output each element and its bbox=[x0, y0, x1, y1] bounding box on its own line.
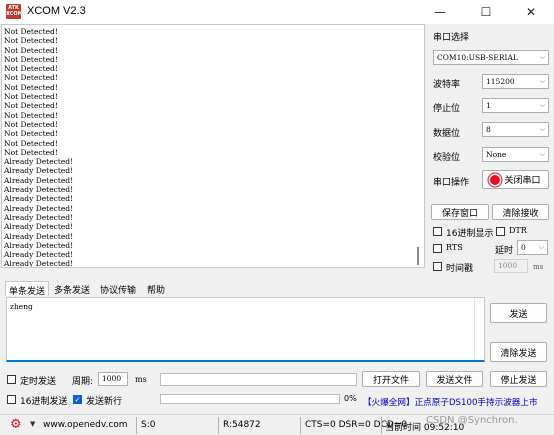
receive-text: Not Detected! Not Detected! Not Detected… bbox=[4, 27, 74, 268]
status-led-icon bbox=[490, 174, 501, 185]
status-divider bbox=[136, 417, 137, 434]
close-port-label: 关闭串口 bbox=[504, 176, 541, 186]
window-title: XCOM V2.3 bbox=[27, 5, 86, 17]
databits-label: 数据位 bbox=[433, 129, 461, 139]
chevron-down-icon: ⌵ bbox=[539, 77, 545, 85]
hex-send-checkbox[interactable] bbox=[7, 395, 16, 404]
clear-send-button[interactable]: 清除发送 bbox=[490, 342, 547, 362]
tab-protocol[interactable]: 协议传输 bbox=[97, 281, 139, 296]
baud-label: 波特率 bbox=[433, 80, 461, 90]
clear-receive-button[interactable]: 清除接收 bbox=[492, 204, 549, 220]
open-file-button[interactable]: 打开文件 bbox=[362, 371, 420, 387]
timestamp-unit: ms bbox=[533, 263, 544, 271]
stopbits-label: 停止位 bbox=[433, 104, 461, 114]
settings-menu-arrow[interactable]: ▼ bbox=[30, 420, 35, 428]
chevron-down-icon: ⌵ bbox=[539, 125, 545, 133]
databits-value: 8 bbox=[486, 125, 491, 134]
dtr-label: DTR bbox=[509, 226, 527, 235]
progress-percent: 0% bbox=[344, 394, 357, 403]
save-window-button[interactable]: 保存窗口 bbox=[431, 204, 489, 220]
send-button[interactable]: 发送 bbox=[490, 303, 547, 323]
baud-select[interactable]: 115200 ⌵ bbox=[482, 74, 549, 89]
chevron-down-icon: ⌵ bbox=[538, 243, 544, 251]
send-textarea[interactable]: zheng bbox=[6, 297, 485, 362]
status-bar: ⚙ ▼ www.openedv.com S:0 R:54872 CTS=0 DS… bbox=[0, 414, 554, 435]
parity-label: 校验位 bbox=[433, 153, 461, 163]
hex-send-label: 16进制发送 bbox=[20, 397, 68, 407]
tab-single-send[interactable]: 单条发送 bbox=[5, 281, 50, 297]
send-text: zheng bbox=[10, 302, 33, 311]
send-scrollbar[interactable] bbox=[474, 298, 484, 360]
chevron-down-icon: ⌵ bbox=[539, 53, 545, 61]
delay-label: 延时 bbox=[495, 246, 514, 256]
port-select[interactable]: COM10:USB-SERIAL ⌵ bbox=[433, 50, 549, 65]
tab-help[interactable]: 帮助 bbox=[144, 281, 168, 296]
send-newline-checkbox[interactable]: ✓ bbox=[73, 395, 82, 404]
timestamp-input[interactable]: 1000 bbox=[494, 259, 528, 273]
timed-send-label: 定时发送 bbox=[20, 377, 57, 387]
timed-send-checkbox[interactable] bbox=[7, 375, 16, 384]
hex-display-label: 16进制显示 bbox=[446, 229, 494, 239]
status-divider bbox=[218, 417, 219, 434]
app-logo-icon: ATK XCOM bbox=[6, 4, 23, 19]
status-divider bbox=[381, 417, 382, 434]
dtr-checkbox[interactable] bbox=[496, 227, 505, 236]
databits-select[interactable]: 8 ⌵ bbox=[482, 122, 549, 137]
close-button[interactable]: ✕ bbox=[508, 0, 554, 24]
delay-value: 0 bbox=[521, 243, 526, 252]
period-unit: ms bbox=[135, 375, 147, 384]
receive-scrollbar[interactable] bbox=[414, 25, 424, 267]
timestamp-checkbox[interactable] bbox=[433, 262, 442, 271]
port-select-label: 串口选择 bbox=[433, 33, 470, 43]
settings-gear-icon[interactable]: ⚙ bbox=[10, 418, 22, 432]
parity-value: None bbox=[486, 150, 507, 159]
send-file-button[interactable]: 发送文件 bbox=[426, 371, 483, 387]
received-count: R:54872 bbox=[223, 420, 261, 430]
delay-spinbox[interactable]: 0 ⌵ bbox=[517, 240, 548, 255]
send-newline-label: 发送新行 bbox=[86, 397, 123, 407]
timestamp-label: 时间戳 bbox=[446, 264, 474, 274]
send-input-bar[interactable] bbox=[160, 373, 357, 386]
stopbits-value: 1 bbox=[486, 101, 491, 110]
scrollbar-thumb[interactable] bbox=[417, 247, 419, 265]
stop-send-button[interactable]: 停止发送 bbox=[490, 371, 547, 387]
port-select-value: COM10:USB-SERIAL bbox=[437, 53, 518, 62]
parity-select[interactable]: None ⌵ bbox=[482, 147, 549, 162]
period-input[interactable]: 1000 bbox=[98, 372, 128, 386]
chevron-down-icon: ⌵ bbox=[539, 150, 545, 158]
minimize-button[interactable]: — bbox=[417, 0, 463, 24]
rts-checkbox[interactable] bbox=[433, 244, 442, 253]
send-progress-bar bbox=[160, 394, 340, 404]
receive-textarea[interactable]: Not Detected! Not Detected! Not Detected… bbox=[1, 24, 425, 268]
status-divider bbox=[300, 417, 301, 434]
stopbits-select[interactable]: 1 ⌵ bbox=[482, 98, 549, 113]
title-bar: ATK XCOM XCOM V2.3 — ☐ ✕ bbox=[0, 0, 554, 24]
period-label: 周期: bbox=[72, 377, 94, 387]
sent-count: S:0 bbox=[141, 420, 156, 430]
baud-value: 115200 bbox=[486, 77, 515, 86]
rts-label: RTS bbox=[446, 243, 463, 252]
promo-link[interactable]: 【火爆全网】正点原子DS100手持示波器上市 bbox=[363, 396, 538, 408]
close-port-button[interactable]: 关闭串口 bbox=[482, 170, 549, 189]
hex-display-checkbox[interactable] bbox=[433, 227, 442, 236]
operation-label: 串口操作 bbox=[433, 178, 470, 188]
watermark: CSDN @Synchron. bbox=[426, 415, 518, 426]
website-link[interactable]: www.openedv.com bbox=[43, 420, 128, 430]
maximize-button[interactable]: ☐ bbox=[463, 0, 509, 24]
chevron-down-icon: ⌵ bbox=[539, 101, 545, 109]
tab-multi-send[interactable]: 多条发送 bbox=[51, 281, 93, 296]
